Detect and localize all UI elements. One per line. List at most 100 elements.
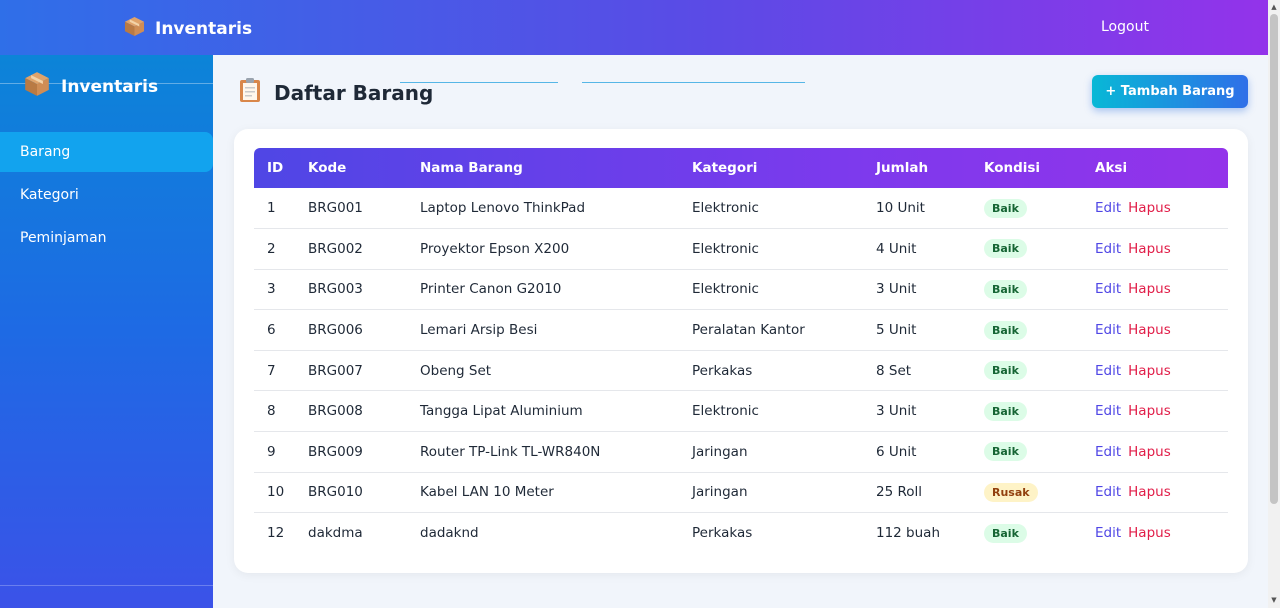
cell-nama: Obeng Set bbox=[420, 350, 692, 392]
table-header: ID Kode Nama Barang Kategori Jumlah Kond… bbox=[254, 148, 1228, 188]
cell-id: 2 bbox=[254, 228, 308, 270]
cell-jumlah: 112 buah bbox=[876, 525, 941, 542]
table-row: 9 BRG009 Router TP-Link TL-WR840N Jaring… bbox=[254, 431, 1228, 473]
cell-kode: BRG009 bbox=[308, 431, 420, 473]
delete-link[interactable]: Hapus bbox=[1128, 281, 1171, 297]
cell-kategori: Jaringan bbox=[692, 431, 876, 473]
status-badge: Baik bbox=[984, 279, 1027, 299]
delete-link[interactable]: Hapus bbox=[1128, 241, 1171, 257]
cell-aksi: Edit Hapus bbox=[1095, 188, 1228, 230]
cell-nama: Laptop Lenovo ThinkPad bbox=[420, 188, 692, 230]
cell-nama: Lemari Arsip Besi bbox=[420, 309, 692, 351]
edit-link[interactable]: Edit bbox=[1095, 281, 1121, 297]
cell-kode: BRG008 bbox=[308, 390, 420, 433]
cell-aksi: Edit Hapus bbox=[1095, 431, 1228, 473]
cell-aksi: Edit Hapus bbox=[1095, 309, 1228, 351]
status-badge: Baik bbox=[984, 198, 1027, 218]
cell-kondisi: Baik bbox=[984, 188, 1095, 230]
delete-link[interactable]: Hapus bbox=[1128, 363, 1171, 379]
cell-kode: BRG007 bbox=[308, 350, 420, 392]
cell-aksi: Edit Hapus bbox=[1095, 228, 1228, 270]
status-badge: Baik bbox=[984, 361, 1027, 381]
cell-nama: Printer Canon G2010 bbox=[420, 269, 692, 311]
status-badge: Baik bbox=[984, 239, 1027, 259]
cell-aksi: Edit Hapus bbox=[1095, 269, 1228, 311]
navbar-brand[interactable]: Inventaris bbox=[124, 16, 252, 42]
cell-kode: BRG010 bbox=[308, 472, 420, 514]
sidebar-item-peminjaman[interactable]: Peminjaman bbox=[0, 218, 213, 258]
sidebar-brand-label: Inventaris bbox=[61, 76, 159, 97]
delete-link[interactable]: Hapus bbox=[1128, 444, 1171, 460]
box-icon bbox=[124, 16, 145, 42]
delete-link[interactable]: Hapus bbox=[1128, 322, 1171, 338]
cell-id: 7 bbox=[254, 350, 308, 392]
cell-kategori: Elektronic bbox=[692, 228, 876, 270]
table-header-row: ID Kode Nama Barang Kategori Jumlah Kond… bbox=[254, 148, 1228, 188]
cell-id: 9 bbox=[254, 431, 308, 473]
cell-kategori: Elektronic bbox=[692, 188, 876, 230]
cell-kode: BRG006 bbox=[308, 309, 420, 351]
scroll-down-arrow-icon[interactable]: ▼ bbox=[1270, 596, 1278, 604]
cell-nama: Tangga Lipat Aluminium bbox=[420, 390, 692, 433]
column-header-id: ID bbox=[267, 160, 284, 176]
edit-link[interactable]: Edit bbox=[1095, 322, 1121, 338]
column-header-kategori: Kategori bbox=[692, 160, 758, 176]
edit-link[interactable]: Edit bbox=[1095, 403, 1121, 419]
edit-link[interactable]: Edit bbox=[1095, 525, 1121, 541]
cell-kondisi: Baik bbox=[984, 431, 1095, 473]
cell-aksi: Edit Hapus bbox=[1095, 513, 1228, 554]
decorative-line bbox=[582, 82, 805, 83]
cell-jumlah: 3 Unit bbox=[876, 390, 984, 433]
sidebar-brand: Inventaris bbox=[24, 71, 158, 102]
page-title-text: Daftar Barang bbox=[274, 80, 434, 105]
edit-link[interactable]: Edit bbox=[1095, 241, 1121, 257]
top-navbar: Inventaris Logout bbox=[0, 0, 1268, 55]
cell-kondisi: Baik bbox=[984, 390, 1095, 433]
cell-kategori: Perkakas bbox=[692, 525, 753, 542]
cell-kode: dakdma bbox=[308, 525, 363, 542]
edit-link[interactable]: Edit bbox=[1095, 484, 1121, 500]
cell-id: 3 bbox=[254, 269, 308, 311]
delete-link[interactable]: Hapus bbox=[1128, 525, 1171, 541]
cell-kategori: Perkakas bbox=[692, 350, 876, 392]
delete-link[interactable]: Hapus bbox=[1128, 403, 1171, 419]
cell-kode: BRG002 bbox=[308, 228, 420, 270]
cell-aksi: Edit Hapus bbox=[1095, 472, 1228, 514]
cell-nama: Proyektor Epson X200 bbox=[420, 228, 692, 270]
cell-kondisi: Baik bbox=[984, 228, 1095, 270]
cell-jumlah: 3 Unit bbox=[876, 269, 984, 311]
cell-kondisi: Baik bbox=[984, 350, 1095, 392]
cell-id: 8 bbox=[254, 390, 308, 433]
table-row: 12 dakdma dadaknd Perkakas 112 buah Baik… bbox=[254, 513, 1228, 554]
status-badge: Baik bbox=[984, 401, 1027, 421]
column-header-kondisi: Kondisi bbox=[984, 160, 1041, 176]
status-badge: Baik bbox=[984, 523, 1027, 543]
sidebar-item-barang[interactable]: Barang bbox=[0, 132, 213, 172]
scrollbar-thumb[interactable] bbox=[1270, 14, 1278, 504]
sidebar: Inventaris Barang Kategori Peminjaman bbox=[0, 55, 213, 608]
cell-id: 12 bbox=[267, 525, 285, 542]
add-item-button[interactable]: + Tambah Barang bbox=[1092, 75, 1248, 108]
sidebar-item-kategori[interactable]: Kategori bbox=[0, 175, 213, 215]
cell-jumlah: 5 Unit bbox=[876, 309, 984, 351]
edit-link[interactable]: Edit bbox=[1095, 444, 1121, 460]
edit-link[interactable]: Edit bbox=[1095, 363, 1121, 379]
box-icon bbox=[24, 71, 50, 102]
delete-link[interactable]: Hapus bbox=[1128, 484, 1171, 500]
navbar-brand-label: Inventaris bbox=[155, 19, 253, 39]
cell-id: 6 bbox=[254, 309, 308, 351]
table-body: 1 BRG001 Laptop Lenovo ThinkPad Elektron… bbox=[254, 188, 1228, 553]
logout-link[interactable]: Logout bbox=[1101, 19, 1149, 35]
cell-jumlah: 25 Roll bbox=[876, 472, 984, 514]
table-row: 7 BRG007 Obeng Set Perkakas 8 Set Baik E… bbox=[254, 350, 1228, 392]
cell-jumlah: 8 Set bbox=[876, 350, 984, 392]
cell-id: 1 bbox=[254, 188, 308, 230]
scroll-up-arrow-icon[interactable]: ▲ bbox=[1270, 3, 1278, 11]
edit-link[interactable]: Edit bbox=[1095, 200, 1121, 216]
delete-link[interactable]: Hapus bbox=[1128, 200, 1171, 216]
cell-kategori: Jaringan bbox=[692, 472, 876, 514]
table-card: ID Kode Nama Barang Kategori Jumlah Kond… bbox=[234, 129, 1248, 573]
column-header-aksi: Aksi bbox=[1095, 160, 1128, 176]
table-row: 3 BRG003 Printer Canon G2010 Elektronic … bbox=[254, 269, 1228, 311]
cell-kategori: Peralatan Kantor bbox=[692, 309, 876, 351]
